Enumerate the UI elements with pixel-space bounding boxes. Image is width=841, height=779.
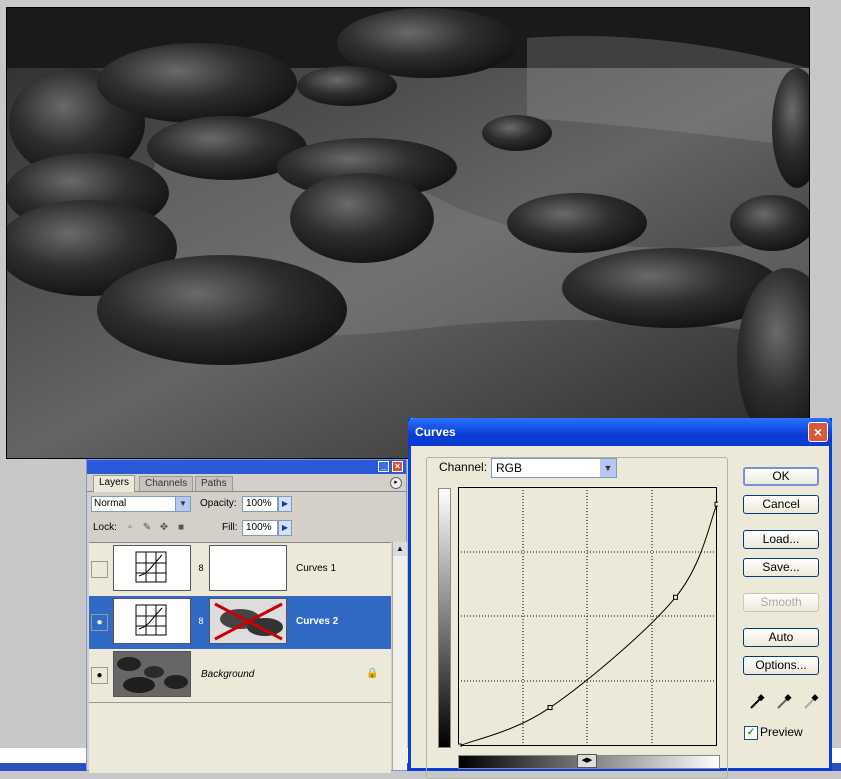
close-icon[interactable]: × [808,422,828,442]
fill-input[interactable]: 100% [242,520,278,536]
opacity-input[interactable]: 100% [242,496,278,512]
save-button[interactable]: Save... [743,558,819,577]
white-eyedropper-icon[interactable] [802,693,820,711]
eye-icon[interactable]: ● [91,667,108,684]
channel-select[interactable]: RGB ▼ [491,458,617,478]
gradient-toggle-icon[interactable]: ◀▶ [577,754,597,768]
lock-row: Lock: ▫ ✎ ✥ ■ Fill: 100% ▶ [87,516,406,540]
tab-paths[interactable]: Paths [195,476,233,491]
tab-channels[interactable]: Channels [139,476,194,491]
layer-mask-thumbnail[interactable] [209,598,287,644]
curve-point-handle[interactable] [673,594,679,600]
blend-row: Normal ▼ Opacity: 100% ▶ [87,492,406,516]
opacity-label: Opacity: [200,498,237,509]
gray-eyedropper-icon[interactable] [775,693,793,711]
image-thumbnail [113,651,191,697]
lock-paint-icon[interactable]: ✎ [142,523,152,533]
blend-mode-value: Normal [94,498,127,509]
palette-titlebar[interactable]: _ × [87,460,406,474]
chevron-down-icon: ▼ [600,459,616,477]
layer-mask-thumbnail[interactable] [209,545,287,591]
fill-label: Fill: [222,522,238,533]
close-icon[interactable]: × [392,461,403,472]
options-button[interactable]: Options... [743,656,819,675]
layer-name: Background [201,669,255,680]
link-icon[interactable]: 8 [197,561,205,575]
fill-arrow-icon[interactable]: ▶ [278,520,292,536]
lock-transparency-icon[interactable]: ▫ [125,523,135,533]
smooth-button[interactable]: Smooth [743,593,819,612]
tab-layers[interactable]: Layers [93,475,136,492]
layer-row-curves-1[interactable]: 8 Curves 1 [89,543,391,597]
curves-adjustment-thumbnail [113,545,191,591]
layer-name: Curves 2 [296,616,339,627]
layer-row-curves-2[interactable]: ● 8 Curves 2 [89,596,391,650]
black-eyedropper-icon[interactable] [748,693,766,711]
opacity-arrow-icon[interactable]: ▶ [278,496,292,512]
channel-value: RGB [496,461,523,475]
blend-mode-select[interactable]: Normal ▼ [91,496,191,512]
dialog-title: Curves [415,425,456,439]
channel-label: Channel: [439,460,488,474]
dialog-titlebar[interactable]: Curves × [408,418,832,446]
lock-move-icon[interactable]: ✥ [159,523,169,533]
lock-label: Lock: [93,522,117,533]
curve-graph[interactable] [456,487,720,749]
lock-all-icon[interactable]: ■ [176,523,186,533]
ok-button[interactable]: OK [743,467,819,486]
visibility-toggle[interactable] [91,561,108,578]
eye-icon[interactable]: ● [91,614,108,631]
curves-adjustment-thumbnail [113,598,191,644]
photo-canvas[interactable] [6,7,810,459]
layers-palette: _ × Layers Channels Paths ▸ Normal ▼ Opa… [86,459,407,773]
output-gradient-bar [438,488,451,748]
link-icon[interactable]: 8 [197,614,205,628]
curve-point-handle[interactable] [456,743,462,749]
layer-row-background[interactable]: ● Background 🔒 [89,649,391,703]
load-button[interactable]: Load... [743,530,819,549]
preview-checkbox[interactable]: ✓ [744,726,758,740]
auto-button[interactable]: Auto [743,628,819,647]
palette-tabs: Layers Channels Paths ▸ [87,474,406,492]
lock-icon: 🔒 [366,668,379,679]
cancel-button[interactable]: Cancel [743,495,819,514]
layer-name: Curves 1 [296,563,337,574]
layer-list: 8 Curves 1 ● 8 Curves 2 ● Background 🔒 [89,542,391,773]
curves-dialog: Curves × Channel: RGB ▼ ◀▶ OK Cancel Loa… [408,418,832,779]
scroll-up-icon[interactable]: ▲ [393,542,407,556]
chevron-down-icon: ▼ [175,497,190,511]
palette-menu-icon[interactable]: ▸ [390,477,402,489]
curve-point-handle[interactable] [547,705,553,711]
scrollbar[interactable]: ▲ [392,542,407,770]
preview-label: Preview [760,725,803,739]
minimize-icon[interactable]: _ [378,461,389,472]
curve-point-handle[interactable] [714,501,720,507]
